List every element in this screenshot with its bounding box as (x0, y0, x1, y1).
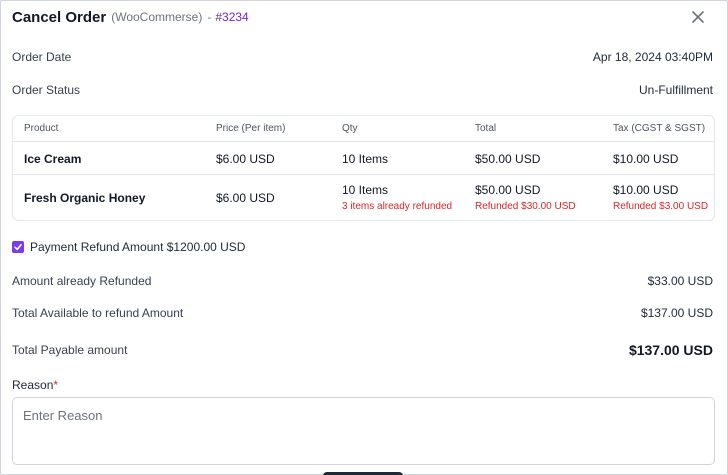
column-header-product: Product (24, 123, 59, 134)
column-header-tax: Tax (CGST & SGST) (613, 123, 706, 134)
product-total-cell: $50.00 USD Refunded $30.00 USD (475, 183, 576, 212)
order-status-row: Order Status Un-Fulfillment (12, 82, 713, 98)
amount-refunded-label: Amount already Refunded (12, 274, 152, 288)
title-separator: - (207, 10, 212, 24)
total-payable-row: Total Payable amount $137.00 USD (12, 340, 713, 360)
order-number-link[interactable]: #3234 (215, 10, 248, 24)
product-qty: 10 Items (342, 183, 389, 197)
product-tax: $10.00 USD (613, 183, 679, 197)
close-icon-svg (692, 11, 704, 23)
column-header-qty: Qty (342, 123, 358, 134)
column-header-total: Total (475, 123, 497, 134)
reason-label: Reason* (12, 378, 58, 392)
product-qty: 10 Items (342, 152, 389, 166)
product-total: $50.00 USD (475, 183, 541, 197)
total-payable-label: Total Payable amount (12, 343, 128, 357)
payment-refund-label: Payment Refund Amount $1200.00 USD (30, 240, 246, 254)
payment-refund-checkbox[interactable] (12, 241, 24, 253)
order-status-label: Order Status (12, 83, 81, 97)
total-payable-value: $137.00 USD (628, 342, 713, 358)
tax-refund-note: Refunded $3.00 USD (613, 201, 709, 212)
dialog-title: Cancel Order (12, 8, 107, 26)
reason-label-text: Reason (12, 378, 54, 392)
product-name: Ice Cream (24, 152, 82, 166)
available-refund-value: $137.00 USD (640, 306, 713, 320)
dialog-header: Cancel Order (WooCommerse) - #3234 (12, 7, 713, 27)
table-row: Fresh Organic Honey $6.00 USD 10 Items 3… (13, 175, 714, 220)
order-source: (WooCommerse) (111, 10, 203, 24)
product-tax-cell: $10.00 USD Refunded $3.00 USD (613, 183, 708, 212)
column-header-price: Price (Per item) (216, 123, 286, 134)
order-items-table: Product Price (Per item) Qty Total Tax (… (12, 115, 715, 221)
product-price: $6.00 USD (216, 191, 275, 205)
close-icon[interactable] (687, 6, 709, 28)
order-date-label: Order Date (12, 50, 72, 64)
order-date-row: Order Date Apr 18, 2024 03:40PM (12, 49, 713, 65)
available-refund-row: Total Available to refund Amount $137.00… (12, 305, 713, 321)
available-refund-label: Total Available to refund Amount (12, 306, 184, 320)
order-status-value: Un-Fulfillment (638, 83, 713, 97)
amount-refunded-row: Amount already Refunded $33.00 USD (12, 273, 713, 289)
product-qty-cell: 10 Items 3 items already refunded (342, 183, 452, 212)
product-total: $50.00 USD (475, 152, 541, 166)
order-date-value: Apr 18, 2024 03:40PM (592, 50, 713, 64)
cancel-order-dialog: Cancel Order (WooCommerse) - #3234 Order… (0, 0, 728, 475)
payment-refund-checkbox-row[interactable]: Payment Refund Amount $1200.00 USD (12, 240, 245, 254)
product-price: $6.00 USD (216, 152, 275, 166)
amount-refunded-value: $33.00 USD (647, 274, 713, 288)
product-name: Fresh Organic Honey (24, 191, 146, 205)
required-asterisk: * (53, 378, 59, 392)
table-row: Ice Cream $6.00 USD 10 Items $50.00 USD … (13, 142, 714, 175)
checkmark-icon (14, 243, 22, 251)
product-tax: $10.00 USD (613, 152, 679, 166)
reason-input[interactable] (12, 397, 715, 465)
table-header: Product Price (Per item) Qty Total Tax (… (13, 116, 714, 142)
qty-refund-note: 3 items already refunded (342, 201, 453, 212)
total-refund-note: Refunded $30.00 USD (475, 201, 576, 212)
